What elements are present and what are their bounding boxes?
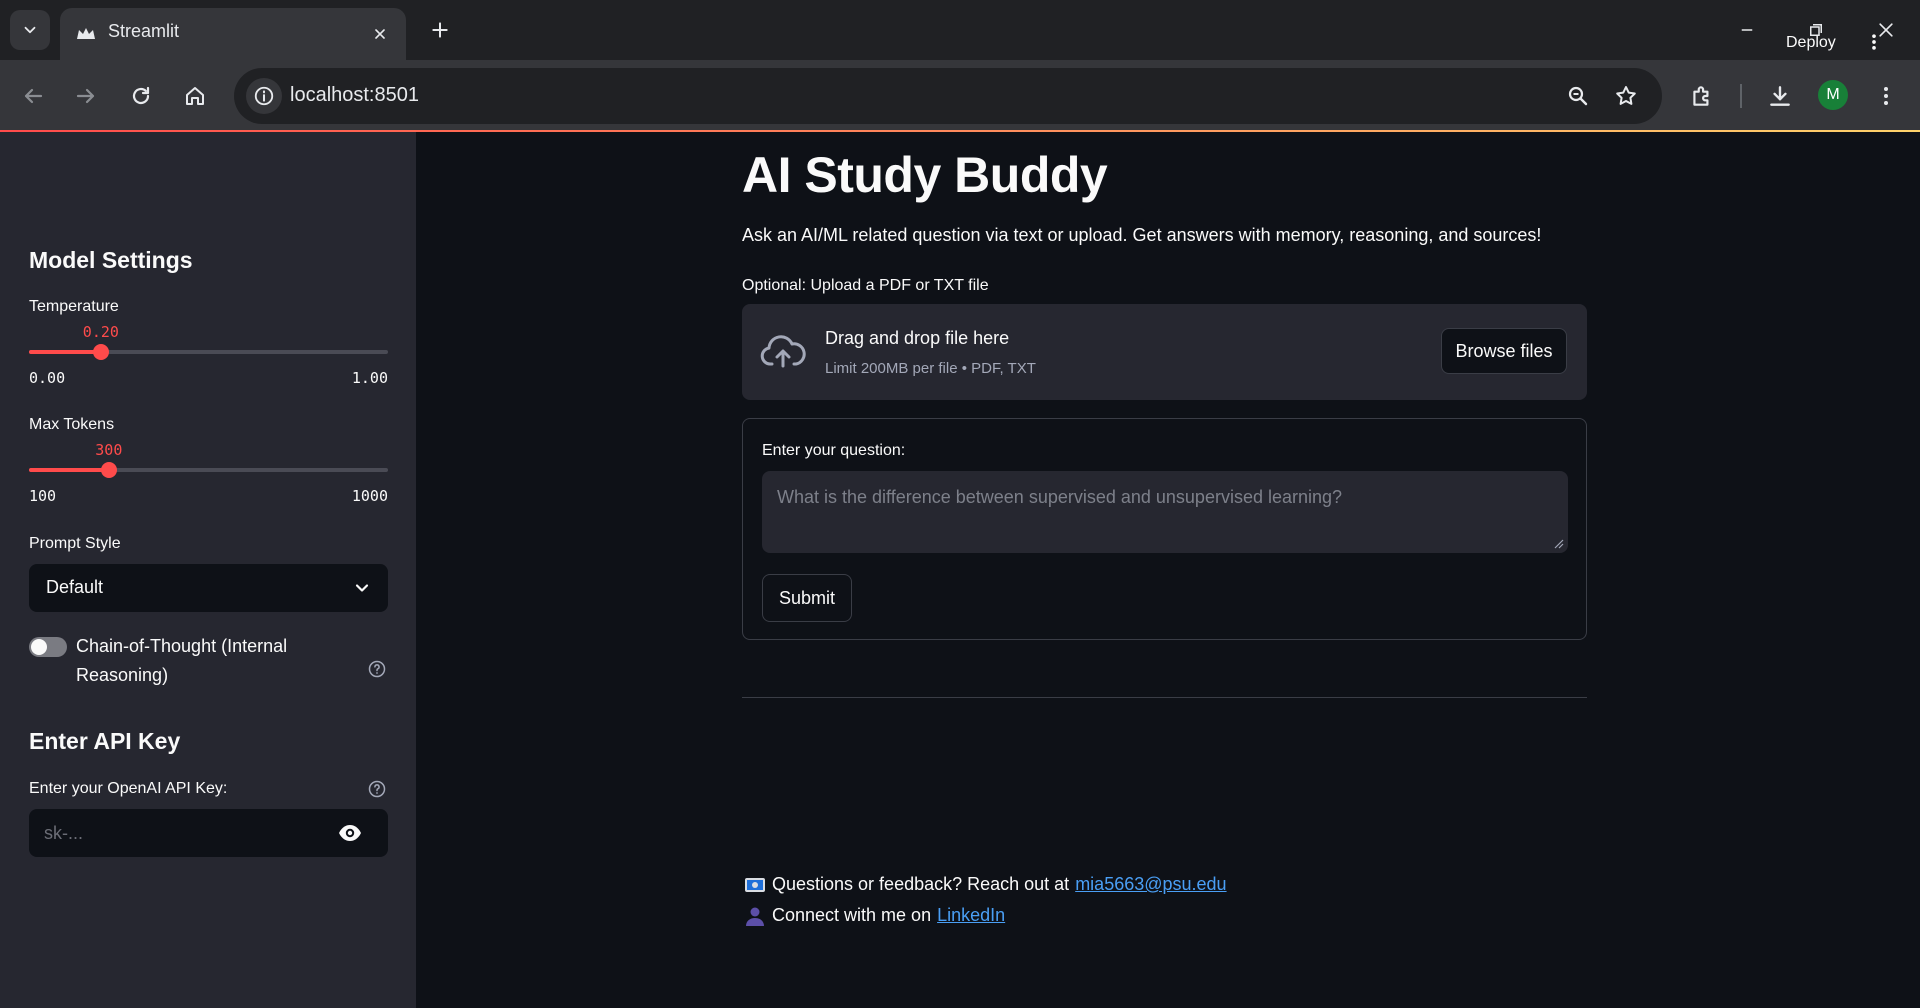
arrow-right-icon: [76, 88, 95, 104]
page-subtitle: Ask an AI/ML related question via text o…: [742, 225, 1542, 245]
resize-grip-icon[interactable]: [1554, 539, 1564, 549]
tab-close-button[interactable]: [366, 20, 394, 48]
page-title: AI Study Buddy: [742, 147, 1108, 203]
bookmark-button[interactable]: [1610, 80, 1642, 112]
temperature-slider[interactable]: [29, 344, 388, 360]
max-tokens-slider[interactable]: [29, 462, 388, 478]
help-icon[interactable]: [367, 659, 387, 679]
max-tokens-value: 300: [95, 441, 123, 459]
puzzle-icon: [1693, 86, 1709, 106]
zoom-icon: [1568, 86, 1588, 106]
browser-menu-button[interactable]: [1868, 78, 1904, 114]
email-link[interactable]: mia5663@psu.edu: [1075, 874, 1226, 895]
streamlit-crown-icon: [77, 28, 95, 39]
dropzone-limit: Limit 200MB per file • PDF, TXT: [825, 360, 1036, 377]
more-vertical-icon: [1872, 34, 1876, 50]
file-dropzone[interactable]: Drag and drop file here Limit 200MB per …: [742, 304, 1587, 400]
connect-text: Connect with me on: [772, 905, 932, 925]
browse-files-button[interactable]: Browse files: [1441, 328, 1567, 374]
cloud-upload-icon: [760, 335, 806, 368]
api-key-label: Enter your OpenAI API Key:: [29, 780, 228, 797]
question-label: Enter your question:: [762, 442, 906, 459]
site-info-button[interactable]: [246, 78, 282, 114]
chevron-down-icon: [24, 26, 36, 34]
question-form: Enter your question: Submit: [742, 418, 1587, 640]
toggle-knob: [31, 639, 47, 655]
api-key-heading: Enter API Key: [29, 728, 181, 754]
eye-icon[interactable]: [338, 822, 362, 844]
reload-button[interactable]: [119, 74, 163, 118]
back-button[interactable]: [11, 74, 55, 118]
more-vertical-icon: [1884, 87, 1888, 105]
submit-button[interactable]: Submit: [762, 574, 852, 622]
browser-tab[interactable]: Streamlit: [60, 8, 406, 60]
max-tokens-max: 1000: [351, 487, 388, 505]
prompt-style-selected: Default: [46, 577, 104, 597]
email-icon: [745, 877, 765, 892]
minimize-icon: [1741, 29, 1753, 31]
chain-of-thought-toggle[interactable]: [29, 637, 67, 657]
prompt-style-select[interactable]: Default: [29, 564, 388, 612]
tab-search-button[interactable]: [10, 10, 50, 50]
zoom-button[interactable]: [1562, 80, 1594, 112]
browser-toolbar: localhost:8501 M: [0, 60, 1920, 132]
api-key-field[interactable]: [29, 809, 388, 857]
browser-tab-bar: Streamlit: [0, 0, 1920, 60]
home-icon: [186, 87, 204, 105]
help-icon[interactable]: [367, 779, 387, 799]
tab-title: Streamlit: [108, 21, 180, 41]
extensions-button[interactable]: [1684, 78, 1720, 114]
max-tokens-slider-fill: [29, 468, 109, 472]
main-menu-button[interactable]: [1862, 28, 1886, 56]
new-tab-button[interactable]: [424, 14, 456, 46]
temperature-min: 0.00: [29, 369, 66, 387]
max-tokens-min: 100: [29, 487, 57, 505]
temperature-slider-thumb[interactable]: [92, 344, 109, 360]
max-tokens-label: Max Tokens: [29, 416, 115, 433]
model-settings-heading: Model Settings: [29, 247, 193, 273]
api-key-input[interactable]: [29, 809, 329, 857]
feedback-line: Questions or feedback? Reach out at mia5…: [744, 874, 1227, 895]
toolbar-divider: [1740, 84, 1742, 108]
linkedin-link[interactable]: LinkedIn: [937, 905, 1005, 926]
reload-icon: [132, 86, 150, 105]
divider: [742, 697, 1587, 698]
address-bar[interactable]: localhost:8501: [234, 68, 1662, 124]
temperature-max: 1.00: [351, 369, 388, 387]
person-icon: [746, 907, 764, 926]
max-tokens-slider-thumb[interactable]: [100, 462, 117, 478]
plus-icon: [432, 22, 448, 38]
downloads-button[interactable]: [1762, 78, 1798, 114]
profile-avatar[interactable]: M: [1818, 80, 1848, 110]
prompt-style-label: Prompt Style: [29, 535, 121, 552]
download-icon: [1770, 86, 1790, 106]
temperature-slider-fill: [29, 350, 101, 354]
deploy-button[interactable]: Deploy: [1780, 30, 1842, 56]
minimize-button[interactable]: [1727, 14, 1767, 46]
chain-of-thought-label: Chain-of-Thought (Internal Reasoning): [76, 636, 288, 685]
question-field[interactable]: [762, 471, 1568, 553]
forward-button[interactable]: [64, 74, 108, 118]
url-text[interactable]: localhost:8501: [290, 84, 419, 107]
info-icon: [254, 86, 274, 106]
star-icon: [1616, 86, 1636, 105]
arrow-left-icon: [24, 88, 43, 104]
temperature-value: 0.20: [82, 323, 119, 341]
temperature-label: Temperature: [29, 298, 119, 315]
upload-label: Optional: Upload a PDF or TXT file: [742, 277, 989, 294]
home-button[interactable]: [173, 74, 217, 118]
connect-line: Connect with me on LinkedIn: [744, 905, 1005, 926]
question-input[interactable]: [762, 471, 1568, 553]
chevron-down-icon: [355, 584, 369, 592]
feedback-text: Questions or feedback? Reach out at: [772, 874, 1070, 894]
close-icon: [375, 29, 385, 39]
dropzone-title: Drag and drop file here: [825, 328, 1010, 348]
sidebar: Model Settings Temperature 0.20 0.00 1.0…: [0, 132, 416, 1008]
